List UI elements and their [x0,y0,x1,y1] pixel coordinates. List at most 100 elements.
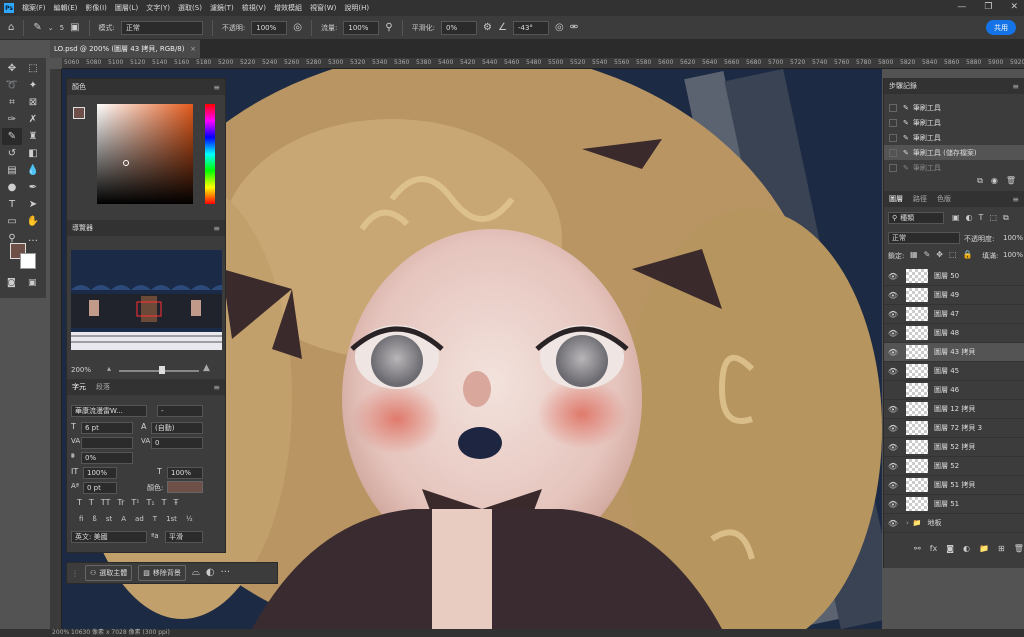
font-family-select[interactable]: 華康流漫雷W... [71,405,147,417]
new-group-icon[interactable]: 📁 [979,544,989,553]
antialias-select[interactable]: 平滑 [165,531,203,543]
history-item-selected[interactable]: ✎ 筆刷工具 (儲存檔案) [884,145,1024,160]
menu-image[interactable]: 影像(I) [85,3,107,13]
lock-all-icon[interactable]: 🔒 [963,250,973,259]
pressure-opacity-icon[interactable]: ◎ [293,22,302,33]
color-picker-field[interactable] [97,104,193,204]
lock-artboard-icon[interactable]: ⬚ [949,250,957,259]
tab-layers[interactable]: 圖層 [889,194,903,204]
faux-italic-button[interactable]: T [89,498,94,507]
history-brush-icon[interactable]: ↺ [2,145,22,162]
symmetry-icon[interactable]: ⚮ [570,22,578,33]
shape-tool-icon[interactable]: ▭ [2,213,22,230]
menu-help[interactable]: 說明(H) [344,3,369,13]
mode-select[interactable]: 正常 [120,20,203,35]
fractions-button[interactable]: ½ [186,515,193,523]
screen-mode-icon[interactable]: ▣ [28,278,37,288]
maximize-icon[interactable]: ❐ [984,2,992,12]
visibility-eye-icon[interactable]: 👁 [884,443,902,452]
blur-tool-icon[interactable]: 💧 [23,162,43,179]
more-tools-icon[interactable]: … [23,230,43,247]
close-icon[interactable]: ✕ [1010,2,1018,12]
filter-type-icon[interactable]: T [979,213,984,223]
close-tab-icon[interactable]: × [190,45,196,53]
zoom-out-icon[interactable]: ▴ [107,364,111,373]
layer-row[interactable]: 圖層 46 [884,381,1024,400]
small-caps-button[interactable]: Tr [117,498,124,507]
opacity-input[interactable]: 100% [251,20,288,35]
menu-layer[interactable]: 圖層(L) [115,3,138,13]
blend-mode-select[interactable]: 正常 [888,232,960,244]
flow-input[interactable]: 100% [343,20,380,35]
delete-icon[interactable]: 🗑 [1006,176,1016,186]
gear-icon[interactable]: ⚙ [483,22,492,33]
visibility-eye-icon[interactable]: 👁 [884,462,902,471]
all-caps-button[interactable]: TT [101,498,111,507]
layer-row[interactable]: 👁 圖層 52 [884,457,1024,476]
layer-group-row[interactable]: 👁 › 📁 地板 [884,514,1024,533]
filter-shape-icon[interactable]: ⬚ [989,213,997,223]
type-tool-icon[interactable]: T [2,196,22,213]
layer-row[interactable]: 👁 圖層 72 拷貝 3 [884,419,1024,438]
layer-row[interactable]: 👁 圖層 51 拷貝 [884,476,1024,495]
tab-character[interactable]: 字元 [72,382,86,392]
chevron-down-icon[interactable]: ⌄ [48,23,54,33]
document-tab[interactable]: LO.psd @ 200% (圖層 43 拷貝, RGB/8) × [50,40,200,58]
layer-filter-select[interactable]: ⚲ 種類 [888,212,944,224]
clone-stamp-icon[interactable]: ♜ [23,128,43,145]
pressure-size-icon[interactable]: ◎ [555,22,564,33]
link-layers-icon[interactable]: ⚯ [914,544,921,553]
history-source-checkbox[interactable] [889,118,897,127]
filter-adjustment-icon[interactable]: ◐ [966,213,973,223]
tracking-input[interactable]: 0 [151,437,203,449]
layer-row[interactable]: 👁 圖層 48 [884,324,1024,343]
layer-row[interactable]: 👁 圖層 50 [884,267,1024,286]
tab-paths[interactable]: 路徑 [913,194,927,204]
menu-edit[interactable]: 編輯(E) [54,3,78,13]
frame-tool-icon[interactable]: ⊠ [23,94,43,111]
eyedropper-icon[interactable]: ✑ [2,111,22,128]
layer-row[interactable]: 👁 圖層 12 拷貝 [884,400,1024,419]
crop-tool-icon[interactable]: ⌗ [2,94,22,111]
hue-slider[interactable] [205,104,215,204]
dodge-tool-icon[interactable]: ● [2,179,22,196]
swash-button[interactable]: st [106,515,112,523]
font-size-input[interactable]: 6 pt [81,422,133,434]
tsume-input[interactable]: 0% [81,452,133,464]
history-source-checkbox[interactable] [889,103,897,112]
panel-menu-icon[interactable]: ≡ [213,224,220,233]
brush-settings-icon[interactable]: ▣ [70,22,79,33]
color-foreground-swatch[interactable] [73,107,85,119]
brush-size[interactable]: 5 [60,24,64,32]
chevron-right-icon[interactable]: › [906,519,909,527]
visibility-eye-icon[interactable]: 👁 [884,272,902,281]
filter-smart-icon[interactable]: ⧉ [1003,213,1009,223]
select-subject-button[interactable]: ⚇ 選取主體 [85,565,133,581]
superior-button[interactable]: 1st [166,515,177,523]
brush-tool-icon[interactable]: ✎ [2,128,22,145]
pen-tool-icon[interactable]: ✒ [23,179,43,196]
visibility-eye-icon[interactable]: 👁 [884,291,902,300]
discretionary-button[interactable]: ß [92,515,96,523]
panel-menu-icon[interactable]: ≡ [1012,82,1019,91]
navigator-thumbnail[interactable] [71,250,222,350]
subscript-button[interactable]: T₁ [147,498,155,507]
menu-filter[interactable]: 濾鏡(T) [210,3,234,13]
visibility-eye-icon[interactable]: 👁 [884,500,902,509]
hand-tool-icon[interactable]: ✋ [23,213,43,230]
layer-row-selected[interactable]: 👁 圖層 43 拷貝 [884,343,1024,362]
history-item[interactable]: ✎ 筆刷工具 [884,115,1024,130]
transform-icon[interactable]: ⌓ [192,568,200,578]
new-layer-icon[interactable]: ⊞ [998,544,1005,553]
tab-paragraph[interactable]: 段落 [96,382,110,392]
history-item[interactable]: ✎ 筆刷工具 [884,160,1024,175]
gradient-tool-icon[interactable]: ▤ [2,162,22,179]
layer-row[interactable]: 👁 圖層 47 [884,305,1024,324]
font-style-select[interactable]: - [157,405,203,417]
superscript-button[interactable]: T¹ [131,498,139,507]
filter-pixel-icon[interactable]: ▣ [952,213,960,223]
ligature-button[interactable]: fi [79,515,83,523]
menu-window[interactable]: 視窗(W) [310,3,336,13]
more-options-icon[interactable]: ··· [221,568,231,578]
layer-style-icon[interactable]: fx [930,544,938,553]
